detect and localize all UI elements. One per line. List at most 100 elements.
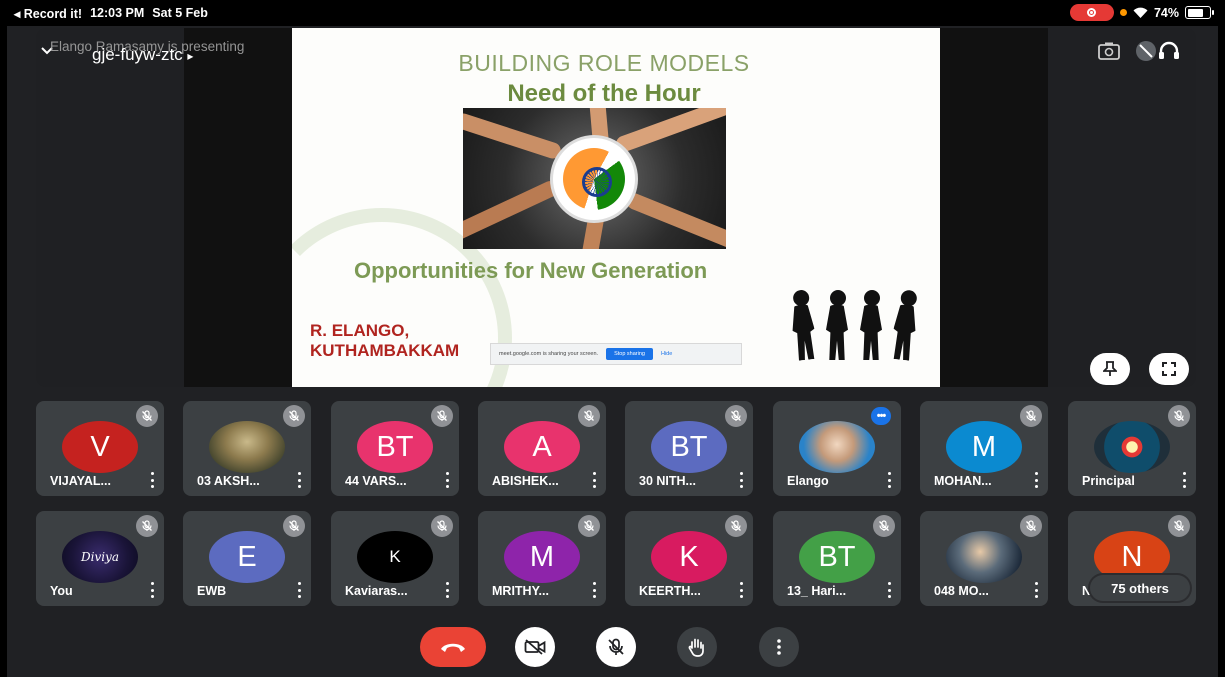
participant-tile[interactable]: K Kaviaras...: [331, 511, 459, 606]
avatar: M: [504, 531, 580, 583]
avatar: [209, 421, 285, 473]
participant-tile[interactable]: M MOHAN...: [920, 401, 1048, 496]
status-date: Sat 5 Feb: [152, 6, 208, 20]
participant-tile[interactable]: Diviya You: [36, 511, 164, 606]
participant-tile[interactable]: BT 30 NITH...: [625, 401, 753, 496]
participant-tile[interactable]: A ABISHEK...: [478, 401, 606, 496]
participant-menu-icon[interactable]: [1032, 582, 1040, 598]
participant-name: MRITHY...: [492, 584, 549, 598]
muted-mic-icon: [1020, 515, 1042, 537]
status-bar: ◂ Record it! 12:03 PM Sat 5 Feb 74%: [0, 0, 1225, 26]
screen-recording-indicator[interactable]: [1069, 4, 1114, 21]
participant-menu-icon[interactable]: [295, 582, 303, 598]
battery-icon: [1185, 6, 1214, 19]
avatar-initial: BT: [376, 430, 414, 463]
participant-name: 44 VARS...: [345, 474, 407, 488]
raise-hand-button[interactable]: [677, 627, 717, 667]
participant-name: 048 MO...: [934, 584, 989, 598]
slide-author-place: KUTHAMBAKKAM: [310, 341, 460, 360]
participant-menu-icon[interactable]: [295, 472, 303, 488]
wifi-icon: [1133, 7, 1148, 18]
silhouette-figures-image: [782, 278, 932, 360]
muted-mic-icon: [725, 405, 747, 427]
avatar-initial: E: [237, 540, 257, 573]
participant-menu-icon[interactable]: [885, 582, 893, 598]
muted-mic-icon: [1020, 405, 1042, 427]
pin-button[interactable]: [1090, 353, 1130, 385]
participant-tile[interactable]: Principal: [1068, 401, 1196, 496]
participant-menu-icon[interactable]: [737, 472, 745, 488]
avatar: [1094, 421, 1170, 473]
participant-menu-icon[interactable]: [443, 582, 451, 598]
participant-tile[interactable]: M MRITHY...: [478, 511, 606, 606]
pin-icon: [1103, 361, 1117, 376]
participant-menu-icon[interactable]: [148, 472, 156, 488]
switch-camera-icon[interactable]: [1098, 42, 1120, 60]
fullscreen-button[interactable]: [1149, 353, 1189, 385]
avatar-initial: K: [389, 547, 401, 566]
avatar: K: [651, 531, 727, 583]
muted-mic-icon: [431, 515, 453, 537]
muted-mic-icon: [1168, 515, 1190, 537]
participant-name: 13_ Hari...: [787, 584, 847, 598]
slide-author: R. ELANGO, KUTHAMBAKKAM: [310, 321, 459, 361]
hide-share-bar-button[interactable]: Hide: [661, 351, 672, 357]
participant-tile[interactable]: 048 MO...: [920, 511, 1048, 606]
participant-tile[interactable]: V VIJAYAL...: [36, 401, 164, 496]
participant-name: VIJAYAL...: [50, 474, 111, 488]
participant-menu-icon[interactable]: [737, 582, 745, 598]
participant-menu-icon[interactable]: [1180, 472, 1188, 488]
participant-tile[interactable]: 03 AKSH...: [183, 401, 311, 496]
participant-tile[interactable]: ••• Elango: [773, 401, 901, 496]
avatar: BT: [651, 421, 727, 473]
meeting-code-button[interactable]: gje-fuyw-ztc ▸: [92, 45, 193, 65]
meeting-details-arrow-icon: ▸: [187, 49, 194, 63]
slide-author-name: R. ELANGO,: [310, 321, 410, 340]
avatar: BT: [357, 421, 433, 473]
muted-mic-icon: [578, 405, 600, 427]
participant-menu-icon[interactable]: [148, 582, 156, 598]
avatar-initial: BT: [670, 430, 708, 463]
participant-menu-icon[interactable]: [443, 472, 451, 488]
participant-tile[interactable]: BT 13_ Hari...: [773, 511, 901, 606]
stop-sharing-button[interactable]: Stop sharing: [606, 348, 653, 360]
participant-name: Kaviaras...: [345, 584, 408, 598]
hand-icon: [688, 638, 704, 657]
avatar-caption: Diviya: [80, 550, 119, 564]
screen-share-notice-bar: meet.google.com is sharing your screen. …: [490, 343, 742, 365]
more-options-button[interactable]: [759, 627, 799, 667]
participant-name: 30 NITH...: [639, 474, 696, 488]
avatar-initial: K: [679, 540, 699, 573]
avatar: K: [357, 531, 433, 583]
participant-name: Principal: [1082, 474, 1135, 488]
participant-tile[interactable]: N N 75 others: [1068, 511, 1196, 606]
avatar: [946, 531, 1022, 583]
participant-menu-icon[interactable]: [885, 472, 893, 488]
avatar-initial: V: [90, 430, 110, 463]
camera-off-icon: [524, 639, 546, 655]
back-to-app-link[interactable]: ◂ Record it!: [14, 6, 82, 21]
avatar: [799, 421, 875, 473]
participant-menu-icon[interactable]: [590, 472, 598, 488]
presenting-dots-icon: •••: [871, 407, 891, 425]
participant-name: You: [50, 584, 73, 598]
leave-call-button[interactable]: [420, 627, 486, 667]
avatar-initial: A: [532, 430, 552, 463]
muted-mic-icon: [136, 405, 158, 427]
avatar: M: [946, 421, 1022, 473]
presentation-stage[interactable]: BUILDING ROLE MODELS Need of the Hour Op…: [36, 28, 1196, 387]
avatar-initial: M: [529, 540, 555, 573]
audio-output-headphones-icon[interactable]: [1136, 40, 1180, 62]
muted-mic-icon: [283, 515, 305, 537]
others-count-button[interactable]: 75 others: [1090, 575, 1190, 601]
participant-tile[interactable]: K KEERTH...: [625, 511, 753, 606]
participant-menu-icon[interactable]: [1032, 472, 1040, 488]
participant-tile[interactable]: E EWB: [183, 511, 311, 606]
tricolor-chakra-emblem: [553, 138, 635, 220]
fullscreen-icon: [1162, 362, 1176, 376]
participant-menu-icon[interactable]: [590, 582, 598, 598]
participant-tile[interactable]: BT 44 VARS...: [331, 401, 459, 496]
camera-toggle-button[interactable]: [515, 627, 555, 667]
microphone-toggle-button[interactable]: [596, 627, 636, 667]
screen-share-notice-text: meet.google.com is sharing your screen.: [499, 351, 599, 357]
